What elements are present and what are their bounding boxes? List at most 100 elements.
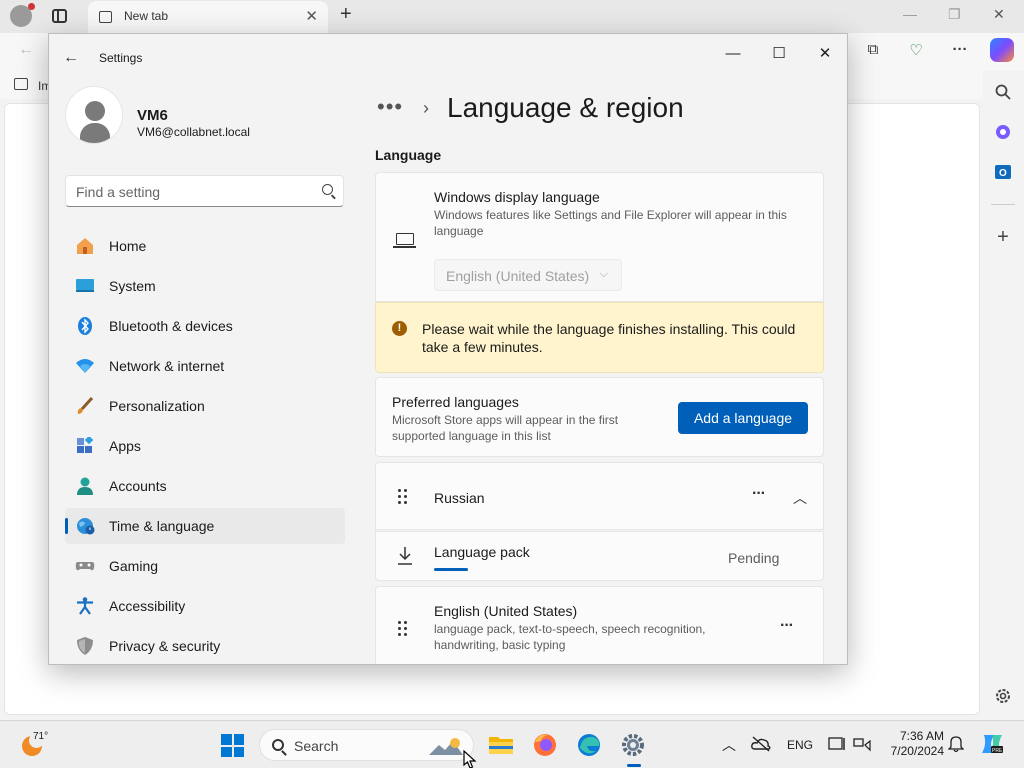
- copilot-icon[interactable]: [990, 38, 1014, 62]
- nav-label: Time & language: [109, 518, 215, 534]
- settings-window: ← Settings — ☐ ✕ VM6 VM6@collabnet.local…: [48, 33, 848, 665]
- search-highlight-icon: [429, 737, 463, 755]
- preferred-languages-title: Preferred languages: [392, 394, 519, 410]
- shield-icon: [75, 637, 95, 655]
- language-pack-status: Pending: [728, 550, 780, 566]
- drag-handle-icon[interactable]: [398, 621, 408, 637]
- find-setting-input[interactable]: [76, 182, 306, 202]
- close-button[interactable]: ✕: [802, 40, 847, 68]
- svg-text:O: O: [999, 168, 1007, 179]
- chevron-up-icon[interactable]: ︿: [793, 488, 807, 508]
- progress-fill: [434, 568, 468, 571]
- onedrive-offline-icon[interactable]: [751, 736, 771, 755]
- tab-title: New tab: [124, 9, 169, 23]
- tab-close-icon[interactable]: ✕: [305, 7, 318, 25]
- notification-bell-icon[interactable]: [947, 735, 965, 756]
- collections-icon[interactable]: ⧉: [862, 41, 884, 63]
- taskbar: 71° Search ︿ ENG 7:36 AM 7/20/2024 PRE: [0, 720, 1024, 768]
- show-hidden-icons-chevron-icon[interactable]: ︿: [722, 735, 736, 755]
- search-icon: [322, 184, 333, 195]
- clock-date: 7/20/2024: [890, 744, 944, 758]
- nav-label: Accounts: [109, 478, 167, 494]
- start-windows-icon[interactable]: [221, 734, 244, 757]
- sidebar-add-icon[interactable]: +: [993, 226, 1013, 248]
- browser-back-icon[interactable]: ←: [18, 41, 34, 59]
- breadcrumb-overflow-icon[interactable]: •••: [377, 94, 403, 120]
- browser-close-icon[interactable]: ✕: [993, 6, 1005, 23]
- laptop-icon: [393, 233, 416, 248]
- user-email: VM6@collabnet.local: [137, 125, 250, 139]
- browser-tab[interactable]: New tab ✕: [88, 1, 328, 33]
- more-options-icon[interactable]: ···: [752, 485, 766, 503]
- browser-minimize-icon[interactable]: —: [903, 6, 917, 22]
- nav-item-accounts[interactable]: Accounts: [65, 468, 345, 504]
- back-arrow-icon[interactable]: ←: [63, 49, 79, 67]
- warning-text: Please wait while the language finishes …: [422, 321, 796, 355]
- outlook-icon[interactable]: O: [993, 163, 1013, 183]
- maximize-button[interactable]: ☐: [756, 40, 802, 68]
- weather-temperature[interactable]: 71°: [33, 731, 48, 742]
- title-bar: ← Settings — ☐ ✕: [49, 34, 847, 82]
- find-setting-box[interactable]: [65, 175, 344, 207]
- preferred-languages-card: Preferred languages Microsoft Store apps…: [375, 377, 824, 457]
- nav-item-apps[interactable]: Apps: [65, 428, 345, 464]
- input-language-indicator[interactable]: ENG: [787, 738, 813, 752]
- search-icon: [272, 739, 284, 751]
- profile-avatar-icon[interactable]: [10, 3, 35, 27]
- sidebar-settings-gear-icon[interactable]: [993, 687, 1013, 707]
- accounts-icon: [75, 477, 95, 495]
- display-language-title: Windows display language: [434, 189, 600, 205]
- copilot-preview-icon[interactable]: PRE: [980, 733, 1004, 758]
- mouse-cursor-icon: [463, 749, 477, 768]
- settings-app-icon[interactable]: [618, 730, 648, 767]
- taskbar-clock[interactable]: 7:36 AM 7/20/2024: [880, 729, 944, 759]
- nav-item-privacy-security[interactable]: Privacy & security: [65, 628, 345, 664]
- nav-label: System: [109, 278, 156, 294]
- language-pack-progress: [434, 568, 554, 571]
- nav-label: Gaming: [109, 558, 159, 574]
- nav-item-personalization[interactable]: Personalization: [65, 388, 345, 424]
- nav-item-home[interactable]: Home: [65, 228, 345, 264]
- language-features: language pack, text-to-speech, speech re…: [434, 622, 706, 652]
- more-options-icon[interactable]: ···: [949, 41, 971, 63]
- download-icon: [396, 546, 414, 566]
- display-language-dropdown[interactable]: English (United States) ⌵: [434, 259, 622, 291]
- nav-item-accessibility[interactable]: Accessibility: [65, 588, 345, 624]
- browser-restore-icon[interactable]: ❐: [948, 6, 961, 23]
- tab-actions-icon[interactable]: [52, 9, 67, 23]
- language-row-english[interactable]: English (United States) language pack, t…: [375, 586, 824, 664]
- browser-essentials-icon[interactable]: ♡: [905, 41, 927, 63]
- install-warning-bar: ! Please wait while the language finishe…: [375, 302, 824, 373]
- settings-nav: Home System Bluetooth & devices Network …: [65, 228, 345, 664]
- new-tab-plus-icon[interactable]: +: [340, 3, 352, 26]
- nav-item-system[interactable]: System: [65, 268, 345, 304]
- nav-item-bluetooth[interactable]: Bluetooth & devices: [65, 308, 345, 344]
- nav-label: Home: [109, 238, 147, 254]
- nav-item-time-language[interactable]: Time & language: [65, 508, 345, 544]
- brush-icon: [75, 396, 95, 415]
- pen-tablet-icon[interactable]: [828, 736, 846, 755]
- firefox-icon[interactable]: [530, 730, 560, 760]
- drag-handle-icon[interactable]: [398, 489, 408, 505]
- language-pack-label: Language pack: [434, 544, 530, 560]
- user-avatar[interactable]: [65, 86, 123, 144]
- nav-item-network[interactable]: Network & internet: [65, 348, 345, 384]
- add-language-button[interactable]: Add a language: [678, 402, 808, 434]
- file-explorer-icon[interactable]: [486, 730, 516, 760]
- sidebar-search-icon[interactable]: [993, 83, 1013, 103]
- wifi-icon: [75, 357, 95, 375]
- more-options-icon[interactable]: ···: [780, 617, 794, 635]
- minimize-button[interactable]: —: [710, 40, 756, 68]
- nav-label: Bluetooth & devices: [109, 318, 233, 334]
- nav-item-gaming[interactable]: Gaming: [65, 548, 345, 584]
- time-language-icon: [75, 517, 95, 535]
- home-icon: [75, 237, 95, 255]
- edge-browser-icon[interactable]: [574, 730, 604, 760]
- nav-label: Accessibility: [109, 598, 186, 614]
- import-favorites-icon[interactable]: [14, 78, 28, 90]
- language-row-russian[interactable]: Russian ··· ︿: [375, 462, 824, 530]
- copilot-sidebar-icon[interactable]: [993, 123, 1013, 143]
- taskbar-search-box[interactable]: Search: [259, 729, 474, 761]
- accessibility-icon: [75, 597, 95, 615]
- network-volume-icon[interactable]: [853, 736, 871, 755]
